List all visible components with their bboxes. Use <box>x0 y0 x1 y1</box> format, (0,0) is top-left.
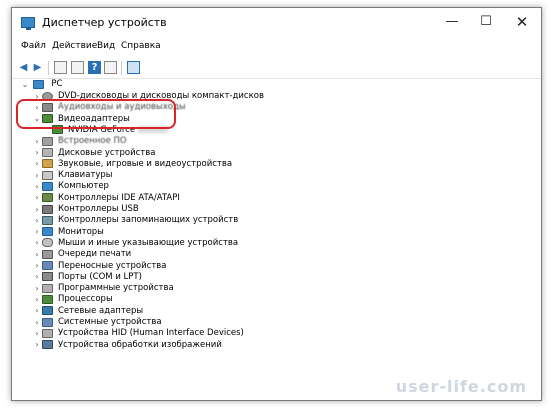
software-device-icon <box>42 283 53 293</box>
properties-icon[interactable] <box>54 61 67 74</box>
tree-category[interactable]: › Компьютер <box>32 180 109 192</box>
tree-item-label: Встроенное ПО <box>58 136 127 147</box>
tree-item-label: Процессоры <box>58 294 113 305</box>
back-arrow-icon[interactable]: ◀ <box>17 61 30 74</box>
ide-controller-icon <box>42 193 53 203</box>
monitor-icon <box>42 227 53 237</box>
tree-root[interactable]: ⌄ PC <box>20 78 63 91</box>
window-title: Диспетчер устройств <box>42 16 167 29</box>
monitor-icon[interactable] <box>127 61 140 74</box>
tree-category[interactable]: › Очереди печати <box>32 248 131 260</box>
tree-category[interactable]: › Мыши и иные указывающие устройства <box>32 237 238 249</box>
tree-item-label: Контроллеры IDE ATA/ATAPI <box>58 192 180 203</box>
title-bar[interactable]: Диспетчер устройств — ☐ ✕ <box>12 8 541 39</box>
tree-category[interactable]: › Сетевые адаптеры <box>32 305 143 317</box>
tree-item-label: Компьютер <box>58 181 109 192</box>
device-manager-icon <box>21 17 35 30</box>
tree-item-label: Мыши и иные указывающие устройства <box>58 237 239 248</box>
collapse-chevron-icon[interactable]: ⌄ <box>20 79 30 91</box>
menu-bar: Файл Действие Вид Справка <box>12 39 541 56</box>
tree-item-label: Дисковые устройства <box>58 147 156 158</box>
tree-item-label: Системные устройства <box>58 317 162 327</box>
tree-item-label: Устройства обработки изображений <box>58 339 222 350</box>
mouse-icon <box>42 238 53 248</box>
tree-item-label: Сетевые адаптеры <box>58 305 144 316</box>
tree-item-label: Переносные устройства <box>58 260 167 271</box>
tree-item-label: Звуковые, игровые и видеоустройства <box>58 158 233 169</box>
tree-item-label: Контроллеры USB <box>58 204 139 214</box>
usb-icon <box>42 204 53 214</box>
minimize-button[interactable]: — <box>435 8 469 36</box>
port-icon <box>42 272 53 282</box>
tree-category[interactable]: › Контроллеры запоминающих устройств <box>32 214 238 226</box>
computer-icon <box>32 79 44 89</box>
portable-device-icon <box>42 261 53 270</box>
tree-category[interactable]: › Системные устройства <box>32 316 162 328</box>
tree-category[interactable]: › Звуковые, игровые и видеоустройства <box>32 158 232 170</box>
menu-view[interactable]: Вид <box>97 41 115 51</box>
tree-item-label: Мониторы <box>58 226 104 237</box>
update-driver-icon[interactable] <box>104 61 117 74</box>
tree-item-label: Клавиатуры <box>58 170 113 181</box>
menu-action[interactable]: Действие <box>52 41 97 51</box>
disk-icon <box>42 148 53 157</box>
tree-category[interactable]: › Порты (COM и LPT) <box>32 271 142 283</box>
tree-item-label: Устройства HID (Human Interface Devices) <box>58 328 244 339</box>
tree-category[interactable]: › Контроллеры USB <box>32 203 139 215</box>
tree-category[interactable]: › Клавиатуры <box>32 169 113 181</box>
toolbar: ◀ ▶ ? <box>12 58 541 79</box>
device-manager-window: Диспетчер устройств — ☐ ✕ Файл Действие … <box>11 7 542 401</box>
tree-category[interactable]: › Устройства HID (Human Interface Devices… <box>32 327 244 339</box>
maximize-button[interactable]: ☐ <box>469 8 503 36</box>
tree-category[interactable]: › Устройства обработки изображений <box>32 339 222 351</box>
expand-chevron-icon[interactable]: › <box>32 339 42 351</box>
sound-icon <box>42 159 53 169</box>
tree-category[interactable]: › Программные устройства <box>32 282 174 294</box>
show-hidden-icon[interactable] <box>71 61 84 74</box>
tree-category[interactable]: › Процессоры <box>32 293 113 305</box>
forward-arrow-icon[interactable]: ▶ <box>31 61 44 74</box>
tree-item-label: Порты (COM и LPT) <box>58 271 142 282</box>
toolbar-separator <box>48 61 49 75</box>
tree-category[interactable]: › Контроллеры IDE ATA/ATAPI <box>32 192 180 204</box>
tree-category[interactable]: › Переносные устройства <box>32 260 167 272</box>
tree-item-label: Программные устройства <box>58 283 174 294</box>
network-adapter-icon <box>42 306 53 316</box>
printer-icon <box>42 249 53 259</box>
tree-item-label: Контроллеры запоминающих устройств <box>58 215 239 226</box>
highlight-box <box>16 99 176 129</box>
firmware-icon <box>42 136 53 146</box>
tree-item-label: Очереди печати <box>58 249 132 260</box>
computer-icon <box>42 181 53 191</box>
hid-icon <box>42 328 53 338</box>
keyboard-icon <box>42 170 53 180</box>
storage-controller-icon <box>42 215 53 225</box>
processor-icon <box>42 294 53 304</box>
tree-root-label: PC <box>51 79 63 89</box>
close-button[interactable]: ✕ <box>505 8 539 36</box>
menu-file[interactable]: Файл <box>21 41 46 51</box>
help-icon[interactable]: ? <box>88 61 101 74</box>
tree-category[interactable]: › Мониторы <box>32 226 104 238</box>
tree-category[interactable]: › Встроенное ПО <box>32 135 127 147</box>
menu-help[interactable]: Справка <box>121 41 161 51</box>
watermark: user-life.com <box>395 377 527 396</box>
imaging-device-icon <box>42 340 53 350</box>
toolbar-separator <box>121 61 122 75</box>
tree-category[interactable]: › Дисковые устройства <box>32 147 155 159</box>
system-device-icon <box>42 317 53 327</box>
